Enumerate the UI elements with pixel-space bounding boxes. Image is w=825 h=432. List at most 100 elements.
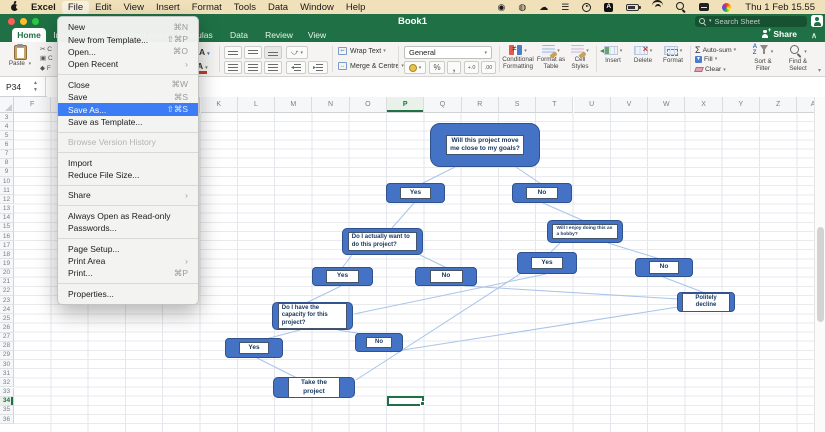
file-menu-item-print[interactable]: Print...⌘P xyxy=(58,267,198,279)
column-header-x[interactable]: X xyxy=(685,97,722,113)
flowchart-node-politely-decline[interactable]: Politely decline xyxy=(677,292,735,312)
row-header-13[interactable]: 13 xyxy=(0,205,14,214)
menubar-item-insert[interactable]: Insert xyxy=(150,1,186,14)
file-menu-item-open[interactable]: Open...⌘O xyxy=(58,46,198,58)
align-right-button[interactable] xyxy=(264,61,282,74)
increase-decimal-button[interactable]: +.0 xyxy=(464,61,479,74)
vertical-scrollbar[interactable] xyxy=(814,97,825,432)
row-header-29[interactable]: 29 xyxy=(0,351,14,360)
row-header-6[interactable]: 6 xyxy=(0,140,14,149)
wifi-icon[interactable] xyxy=(652,3,663,11)
collapse-ribbon-chevron-icon[interactable]: ∧ xyxy=(811,31,817,40)
row-header-15[interactable]: 15 xyxy=(0,223,14,232)
column-header-p[interactable]: P xyxy=(387,97,424,113)
align-middle-button[interactable] xyxy=(244,46,262,59)
battery-icon[interactable] xyxy=(626,4,639,11)
file-menu-item-share[interactable]: Share› xyxy=(58,189,198,201)
file-menu-item-properties[interactable]: Properties... xyxy=(58,288,198,300)
column-header-n[interactable]: N xyxy=(312,97,349,113)
file-menu-item-close[interactable]: Close⌘W xyxy=(58,79,198,91)
column-header-f[interactable]: F xyxy=(14,97,51,113)
column-header-v[interactable]: V xyxy=(611,97,648,113)
scrollbar-thumb[interactable] xyxy=(817,227,824,322)
search-sheet-field[interactable]: ▾ Search Sheet xyxy=(695,16,807,27)
flowchart-node-do-i-actually-want-to-do-this-project[interactable]: Do I actually want to do this project? xyxy=(342,228,423,255)
camera-dot-icon[interactable]: ◉ xyxy=(497,3,505,12)
percent-format-button[interactable]: % xyxy=(429,61,445,74)
apple-logo-icon[interactable] xyxy=(10,2,19,12)
format-cells-button[interactable]: ▾ Format xyxy=(660,46,686,64)
flowchart-node-yes[interactable]: Yes xyxy=(225,338,283,358)
menubar-item-help[interactable]: Help xyxy=(340,1,372,14)
column-header-m[interactable]: M xyxy=(275,97,312,113)
menubar-item-edit[interactable]: Edit xyxy=(89,1,117,14)
row-header-25[interactable]: 25 xyxy=(0,314,14,323)
play-circle-icon[interactable] xyxy=(582,3,591,12)
wrap-text-button[interactable]: ↩ Wrap Text▾ xyxy=(338,47,386,55)
conditional-formatting-button[interactable]: ▾ Conditional Formatting xyxy=(502,45,534,70)
file-menu-item-always-open-as-read-only[interactable]: Always Open as Read-only xyxy=(58,210,198,222)
file-menu-item-import[interactable]: Import xyxy=(58,157,198,169)
flowchart-node-no[interactable]: No xyxy=(415,267,477,286)
menubar-clock[interactable]: Thu 1 Feb 15.55 xyxy=(745,2,815,13)
menubar-item-tools[interactable]: Tools xyxy=(228,1,262,14)
clear-button[interactable]: Clear▾ xyxy=(695,66,726,73)
row-header-24[interactable]: 24 xyxy=(0,305,14,314)
file-menu-item-new[interactable]: New⌘N xyxy=(58,21,198,33)
column-header-z[interactable]: Z xyxy=(760,97,797,113)
colour-wheel-icon[interactable] xyxy=(722,3,731,12)
flowchart-node-no[interactable]: No xyxy=(355,333,403,352)
control-centre-icon[interactable] xyxy=(699,3,709,11)
tab-review[interactable]: Review xyxy=(262,28,296,42)
row-header-26[interactable]: 26 xyxy=(0,323,14,332)
column-header-q[interactable]: Q xyxy=(424,97,461,113)
decrease-indent-button[interactable]: ◂ xyxy=(286,61,306,74)
fill-button[interactable]: ▼Fill▾ xyxy=(695,56,717,63)
number-format-select[interactable]: General▾ xyxy=(404,46,492,59)
row-header-5[interactable]: 5 xyxy=(0,131,14,140)
file-menu-item-print-area[interactable]: Print Area› xyxy=(58,255,198,267)
sort-filter-button[interactable]: AZ▾ Sort & Filter xyxy=(748,45,778,72)
account-avatar[interactable] xyxy=(811,15,823,27)
row-header-4[interactable]: 4 xyxy=(0,122,14,131)
flowchart-node-no[interactable]: No xyxy=(635,258,693,277)
cell-styles-button[interactable]: ▾ Cell Styles xyxy=(566,45,594,70)
row-header-33[interactable]: 33 xyxy=(0,388,14,397)
flowchart-node-do-i-have-the-capacity-for-this-project[interactable]: Do I have the capacity for this project? xyxy=(272,302,353,330)
row-header-28[interactable]: 28 xyxy=(0,342,14,351)
row-header-10[interactable]: 10 xyxy=(0,177,14,186)
file-menu-item-save-as[interactable]: Save As...⇧⌘S xyxy=(58,103,198,115)
cloud-icon[interactable]: ☁ xyxy=(539,3,548,12)
menubar-item-data[interactable]: Data xyxy=(262,1,294,14)
row-header-17[interactable]: 17 xyxy=(0,241,14,250)
column-header-u[interactable]: U xyxy=(574,97,611,113)
row-header-20[interactable]: 20 xyxy=(0,269,14,278)
column-header-t[interactable]: T xyxy=(536,97,573,113)
column-header-k[interactable]: K xyxy=(201,97,238,113)
clipboard-mini-buttons[interactable]: ✂ C ▣ C ◆ F xyxy=(40,45,53,73)
column-header-l[interactable]: L xyxy=(238,97,275,113)
flowchart-node-yes[interactable]: Yes xyxy=(386,183,445,203)
row-header-23[interactable]: 23 xyxy=(0,296,14,305)
row-header-21[interactable]: 21 xyxy=(0,278,14,287)
merge-centre-button[interactable]: ↔ Merge & Centre▾ xyxy=(338,62,404,70)
increase-indent-button[interactable]: ▸ xyxy=(308,61,328,74)
decrease-decimal-button[interactable]: .00 xyxy=(481,61,496,74)
row-header-18[interactable]: 18 xyxy=(0,250,14,259)
flowchart-node-yes[interactable]: Yes xyxy=(517,252,577,274)
flowchart-node-no[interactable]: No xyxy=(512,183,572,203)
insert-cells-button[interactable]: ▾ Insert xyxy=(600,46,626,64)
row-header-9[interactable]: 9 xyxy=(0,168,14,177)
grow-font-button[interactable]: A▾ xyxy=(199,47,210,57)
menubar-item-window[interactable]: Window xyxy=(294,1,340,14)
file-menu-item-reduce-file-size[interactable]: Reduce File Size... xyxy=(58,169,198,181)
tab-home[interactable]: Home xyxy=(12,28,46,42)
menubar-item-view[interactable]: View xyxy=(118,1,150,14)
menubar-item-file[interactable]: File xyxy=(62,1,89,14)
row-header-14[interactable]: 14 xyxy=(0,214,14,223)
delete-cells-button[interactable]: ▾ Delete xyxy=(630,46,656,64)
row-header-22[interactable]: 22 xyxy=(0,287,14,296)
flowchart-node-yes[interactable]: Yes xyxy=(312,267,373,286)
row-header-11[interactable]: 11 xyxy=(0,186,14,195)
file-menu-item-open-recent[interactable]: Open Recent› xyxy=(58,58,198,70)
